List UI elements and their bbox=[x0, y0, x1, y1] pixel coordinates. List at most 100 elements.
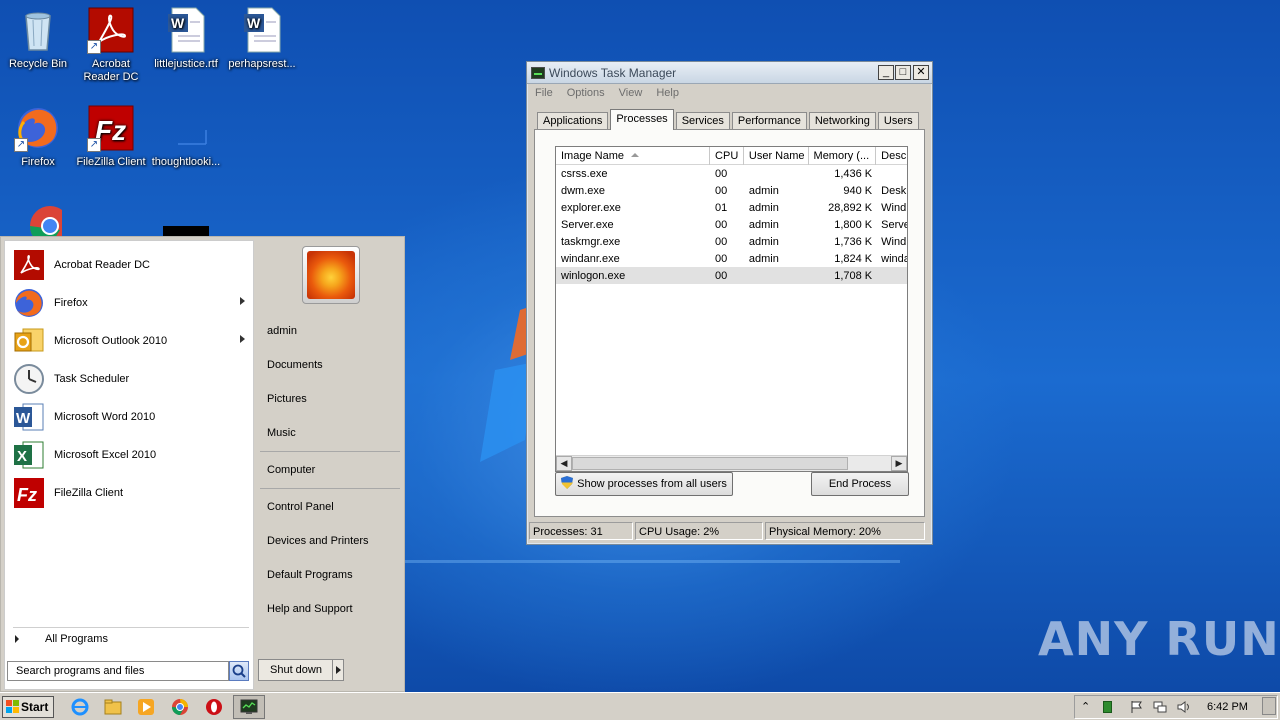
cell-user-name: admin bbox=[748, 219, 779, 231]
desktop-icon-acrobat[interactable]: ↗ Acrobat Reader DC bbox=[73, 6, 149, 84]
program-task-scheduler[interactable]: Task Scheduler bbox=[9, 361, 251, 397]
tab-processes[interactable]: Processes bbox=[610, 109, 674, 130]
column-description[interactable]: Desc bbox=[876, 147, 907, 165]
places-music[interactable]: Music bbox=[267, 427, 296, 439]
cell-user-name: admin bbox=[748, 236, 779, 248]
program-firefox[interactable]: Firefox bbox=[9, 285, 251, 321]
table-row[interactable]: taskmgr.exe 00 admin 1,736 K Wind bbox=[556, 233, 907, 250]
scroll-left-icon[interactable]: ◀ bbox=[556, 456, 572, 471]
table-row[interactable]: winlogon.exe 00 1,708 K bbox=[556, 267, 907, 284]
menu-view[interactable]: View bbox=[619, 87, 643, 99]
horizontal-scrollbar[interactable]: ◀ ▶ bbox=[556, 455, 907, 471]
program-outlook[interactable]: Microsoft Outlook 2010 bbox=[9, 323, 251, 359]
show-desktop-button[interactable] bbox=[1262, 697, 1276, 715]
menu-help[interactable]: Help bbox=[656, 87, 679, 99]
scrollbar-thumb[interactable] bbox=[572, 457, 848, 470]
column-cpu[interactable]: CPU bbox=[710, 147, 744, 165]
table-row[interactable]: windanr.exe 00 admin 1,824 K winda bbox=[556, 250, 907, 267]
clock[interactable]: 6:42 PM bbox=[1207, 701, 1248, 713]
shutdown-options-button[interactable] bbox=[332, 659, 344, 681]
firefox-icon bbox=[13, 287, 45, 319]
title-bar[interactable]: Windows Task Manager bbox=[527, 62, 932, 84]
minimize-button[interactable]: _ bbox=[878, 65, 894, 80]
places-computer[interactable]: Computer bbox=[267, 464, 315, 476]
all-programs[interactable]: All Programs bbox=[15, 633, 108, 645]
filezilla-icon: Fz ↗ bbox=[87, 104, 135, 152]
places-documents[interactable]: Documents bbox=[267, 359, 323, 371]
firefox-icon: ↗ bbox=[14, 104, 62, 152]
internet-explorer-icon[interactable] bbox=[70, 697, 90, 717]
places-default-programs[interactable]: Default Programs bbox=[267, 569, 353, 581]
tab-users[interactable]: Users bbox=[877, 112, 919, 130]
desktop-icon-perhapsrest[interactable]: W perhapsrest... bbox=[224, 6, 300, 71]
cell-memory: 1,708 K bbox=[834, 270, 873, 282]
battery-icon[interactable] bbox=[1103, 701, 1112, 713]
column-image-name[interactable]: Image Name bbox=[556, 147, 711, 165]
table-row[interactable]: Server.exe 00 admin 1,800 K Serve bbox=[556, 216, 907, 233]
scroll-right-icon[interactable]: ▶ bbox=[891, 456, 907, 471]
menu-options[interactable]: Options bbox=[567, 87, 605, 99]
column-memory[interactable]: Memory (... bbox=[809, 147, 877, 165]
tab-networking[interactable]: Networking bbox=[808, 112, 876, 130]
maximize-button[interactable]: □ bbox=[895, 65, 911, 80]
desktop-icon-label: perhapsrest... bbox=[228, 58, 296, 70]
table-row[interactable]: dwm.exe 00 admin 940 K Desk bbox=[556, 182, 907, 199]
table-row[interactable]: explorer.exe 01 admin 28,892 K Wind bbox=[556, 199, 907, 216]
cell-image-name: winlogon.exe bbox=[561, 270, 626, 282]
tab-applications[interactable]: Applications bbox=[537, 112, 609, 130]
cell-description bbox=[876, 165, 907, 182]
cell-image-name: explorer.exe bbox=[561, 202, 621, 214]
blank-file-icon bbox=[162, 104, 210, 152]
places-devices-and-printers[interactable]: Devices and Printers bbox=[267, 535, 369, 547]
desktop-icon-filezilla[interactable]: Fz ↗ FileZilla Client bbox=[73, 104, 149, 169]
places-help-and-support[interactable]: Help and Support bbox=[267, 603, 353, 615]
chrome-icon[interactable] bbox=[170, 697, 190, 717]
search-input[interactable]: Search programs and files bbox=[7, 661, 229, 681]
acrobat-icon bbox=[13, 249, 45, 281]
column-user-name[interactable]: User Name bbox=[744, 147, 809, 165]
folder-icon[interactable] bbox=[103, 697, 123, 717]
media-player-icon[interactable] bbox=[136, 697, 156, 717]
cell-user-name: admin bbox=[748, 202, 779, 214]
show-hidden-icons-icon[interactable]: ⌃ bbox=[1081, 700, 1095, 714]
places-control-panel[interactable]: Control Panel bbox=[267, 501, 334, 513]
tab-services[interactable]: Services bbox=[675, 112, 730, 130]
taskbar-task-manager-button[interactable] bbox=[233, 695, 265, 719]
program-filezilla[interactable]: Fz FileZilla Client bbox=[9, 475, 251, 511]
table-row[interactable]: csrss.exe 00 1,436 K bbox=[556, 165, 907, 182]
task-manager-icon bbox=[240, 699, 258, 714]
window-title: Windows Task Manager bbox=[549, 65, 677, 80]
places-pictures[interactable]: Pictures bbox=[267, 393, 307, 405]
opera-icon[interactable] bbox=[204, 697, 224, 717]
shutdown-button[interactable]: Shut down bbox=[258, 659, 334, 681]
desktop-icon-firefox[interactable]: ↗ Firefox bbox=[0, 104, 76, 169]
end-process-button[interactable]: End Process bbox=[811, 472, 909, 496]
user-avatar[interactable] bbox=[302, 246, 360, 304]
close-button[interactable]: ✕ bbox=[913, 65, 929, 80]
start-button[interactable]: Start bbox=[2, 696, 54, 718]
cell-memory: 1,436 K bbox=[834, 168, 873, 180]
cell-description: Wind bbox=[881, 236, 907, 248]
program-word[interactable]: W Microsoft Word 2010 bbox=[9, 399, 251, 435]
program-acrobat-reader[interactable]: Acrobat Reader DC bbox=[9, 247, 251, 283]
places-admin[interactable]: admin bbox=[267, 325, 297, 337]
outlook-icon bbox=[13, 325, 45, 357]
wallpaper-glow bbox=[400, 560, 900, 563]
desktop-icon-littlejustice[interactable]: W littlejustice.rtf bbox=[148, 6, 224, 71]
desktop-icon-label: littlejustice.rtf bbox=[154, 58, 218, 70]
network-icon[interactable] bbox=[1153, 700, 1167, 714]
desktop-icon-thoughtlooki[interactable]: thoughtlooki... bbox=[148, 104, 224, 169]
action-center-flag-icon[interactable] bbox=[1129, 700, 1143, 714]
sort-ascending-icon bbox=[631, 153, 639, 157]
program-label: Microsoft Outlook 2010 bbox=[54, 335, 168, 347]
volume-icon[interactable] bbox=[1177, 700, 1191, 714]
process-list[interactable]: Image Name CPU User Name Memory (... Des… bbox=[555, 146, 908, 472]
tab-performance[interactable]: Performance bbox=[731, 112, 807, 130]
show-all-processes-button[interactable]: Show processes from all users bbox=[555, 472, 733, 496]
program-excel[interactable]: X Microsoft Excel 2010 bbox=[9, 437, 251, 473]
svg-text:W: W bbox=[16, 410, 31, 427]
desktop-icon-recycle-bin[interactable]: Recycle Bin bbox=[0, 6, 76, 71]
menu-file[interactable]: File bbox=[535, 87, 553, 99]
cell-memory: 940 K bbox=[843, 185, 873, 197]
search-icon[interactable] bbox=[229, 661, 249, 681]
